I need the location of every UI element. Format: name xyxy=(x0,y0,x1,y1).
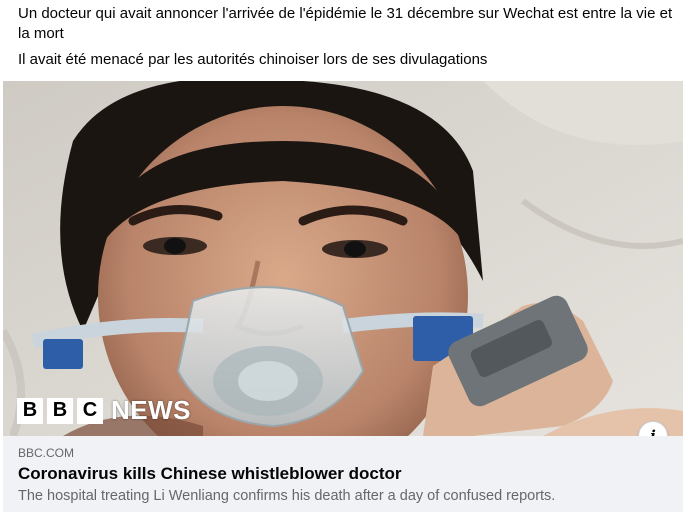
link-title[interactable]: Coronavirus kills Chinese whistleblower … xyxy=(18,464,402,484)
bbc-logo-letter-b1: B xyxy=(17,397,43,424)
bbc-logo-letter-c: C xyxy=(77,397,103,424)
bbc-logo-news: NEWS xyxy=(111,395,191,425)
facebook-post: Un docteur qui avait annoncer l'arrivée … xyxy=(0,0,687,512)
post-text-line-1: Un docteur qui avait annoncer l'arrivée … xyxy=(18,5,673,42)
patient-photo xyxy=(3,81,683,436)
link-preview-image[interactable]: B B C NEWS xyxy=(3,81,683,436)
post-text: Un docteur qui avait annoncer l'arrivée … xyxy=(18,4,678,76)
post-text-line-2: Il avait été menacé par les autorités ch… xyxy=(18,51,488,68)
bbc-logo-letter-b2: B xyxy=(47,397,73,424)
link-preview-card[interactable]: BBC.COM Coronavirus kills Chinese whistl… xyxy=(3,436,683,512)
link-domain: BBC.COM xyxy=(18,446,75,460)
link-description: The hospital treating Li Wenliang confir… xyxy=(18,488,556,504)
bbc-news-logo: B B C NEWS xyxy=(17,395,191,426)
